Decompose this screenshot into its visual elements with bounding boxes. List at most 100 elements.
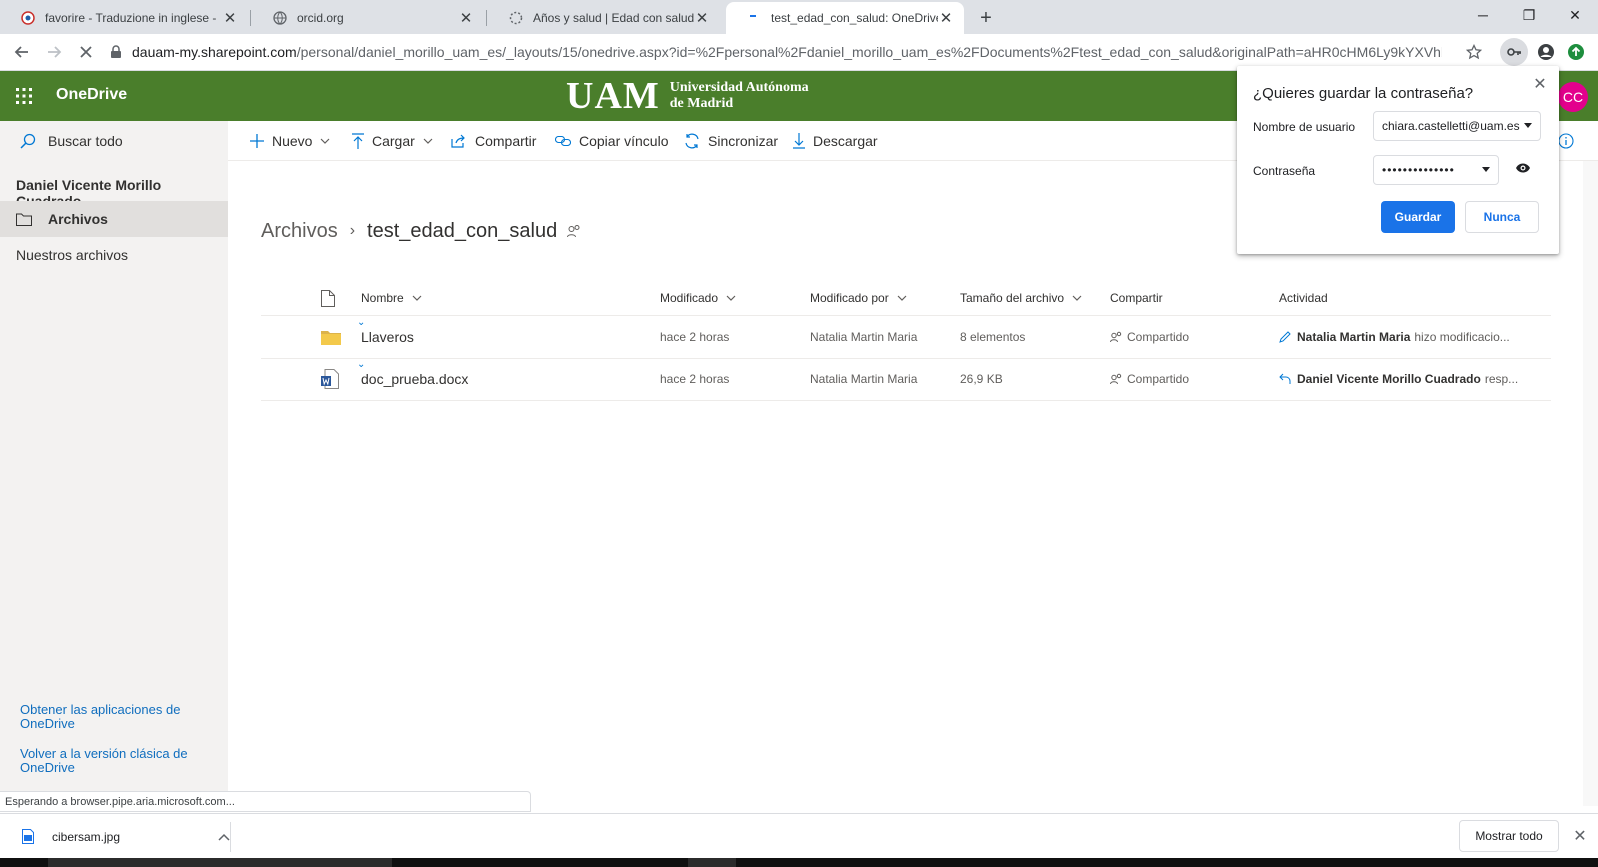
browser-tab-onedrive[interactable]: test_edad_con_salud: OneDrive ✕ — [726, 2, 964, 34]
password-key-button[interactable] — [1500, 38, 1528, 66]
column-header-activity[interactable]: Actividad — [1279, 280, 1328, 316]
activity[interactable]: Daniel Vicente Morillo Cuadrado resp... — [1279, 364, 1518, 394]
minimize-button[interactable]: ─ — [1460, 0, 1506, 30]
file-type-header[interactable] — [321, 280, 335, 316]
activity[interactable]: Natalia Martin Maria hizo modificacio... — [1279, 322, 1510, 352]
row-divider — [261, 400, 1551, 401]
chevron-down-icon — [423, 138, 433, 144]
close-icon[interactable]: ✕ — [222, 10, 238, 27]
restore-button[interactable]: ❐ — [1506, 0, 1552, 30]
upload-label: Cargar — [372, 133, 415, 149]
chevron-up-icon[interactable] — [218, 833, 230, 841]
download-button[interactable]: Descargar — [793, 121, 878, 161]
show-all-downloads-button[interactable]: Mostrar todo — [1459, 820, 1559, 852]
chevron-down-icon — [897, 295, 907, 301]
column-header-modified-by[interactable]: Modificado por — [810, 280, 907, 316]
url-text: dauam-my.sharepoint.com/personal/daniel_… — [132, 44, 1442, 60]
shared-people-icon — [567, 224, 581, 238]
username-field[interactable]: chiara.castelletti@uam.es — [1373, 111, 1541, 141]
app-launcher-button[interactable] — [0, 71, 48, 121]
back-arrow-icon — [14, 46, 28, 58]
vertical-scrollbar[interactable] — [1583, 161, 1598, 806]
search-box[interactable]: Buscar todo — [0, 121, 228, 161]
column-header-name[interactable]: Nombre — [361, 280, 422, 316]
column-label: Modificado — [660, 291, 719, 305]
forward-button[interactable] — [40, 38, 68, 66]
column-label: Tamaño del archivo — [960, 291, 1065, 305]
column-label: Compartir — [1110, 291, 1163, 305]
browser-tab-reverso[interactable]: favorire - Traduzione in inglese - ✕ — [0, 2, 248, 34]
onedrive-icon — [746, 10, 762, 26]
never-button[interactable]: Nunca — [1465, 201, 1539, 233]
classic-view-link[interactable]: Volver a la versión clásica de OneDrive — [20, 747, 210, 775]
back-button[interactable] — [8, 38, 36, 66]
copy-link-button[interactable]: Copiar vínculo — [555, 121, 669, 161]
shared-people-icon — [1110, 331, 1122, 343]
column-header-size[interactable]: Tamaño del archivo — [960, 280, 1082, 316]
sharing-status[interactable]: Compartido — [1110, 322, 1189, 352]
file-name[interactable]: Llaveros — [361, 322, 414, 352]
window-close-button[interactable]: ✕ — [1552, 0, 1598, 30]
chevron-down-icon — [320, 138, 330, 144]
close-icon[interactable]: ✕ — [694, 10, 710, 27]
update-button[interactable] — [1562, 38, 1590, 66]
bookmark-star-button[interactable] — [1460, 38, 1488, 66]
file-name[interactable]: doc_prueba.docx — [361, 364, 468, 394]
address-bar[interactable]: dauam-my.sharepoint.com/personal/daniel_… — [110, 38, 1480, 66]
nav-item-nuestros-archivos[interactable]: Nuestros archivos — [0, 237, 228, 273]
close-icon[interactable]: ✕ — [1531, 75, 1549, 93]
tab-title: Años y salud | Edad con salud — [533, 11, 694, 25]
eye-icon[interactable] — [1515, 162, 1533, 180]
info-button[interactable] — [1558, 121, 1574, 161]
dialog-title: ¿Quieres guardar la contraseña? — [1253, 85, 1474, 102]
breadcrumb-root[interactable]: Archivos — [261, 220, 338, 243]
status-bubble: Esperando a browser.pipe.aria.microsoft.… — [0, 791, 531, 812]
download-shelf: cibersam.jpg Mostrar todo ✕ — [0, 813, 1598, 858]
new-button[interactable]: Nuevo — [250, 121, 330, 161]
left-nav: Buscar todo Daniel Vicente Morillo Cuadr… — [0, 121, 228, 791]
new-tab-button[interactable]: + — [974, 6, 998, 30]
stop-button[interactable] — [72, 38, 100, 66]
profile-button[interactable] — [1532, 38, 1560, 66]
download-label: Descargar — [813, 133, 878, 149]
breadcrumb-current[interactable]: test_edad_con_salud — [367, 220, 557, 243]
nav-item-archivos[interactable]: Archivos — [0, 201, 228, 237]
activity-text: resp... — [1484, 372, 1519, 386]
column-header-sharing[interactable]: Compartir — [1110, 280, 1163, 316]
column-label: Actividad — [1279, 291, 1328, 305]
column-header-modified[interactable]: Modificado — [660, 280, 736, 316]
new-item-icon: ⌄ — [357, 316, 366, 328]
get-apps-link[interactable]: Obtener las aplicaciones de OneDrive — [20, 703, 210, 731]
folder-icon — [321, 322, 341, 352]
sync-button[interactable]: Sincronizar — [684, 121, 778, 161]
upload-button[interactable]: Cargar — [352, 121, 433, 161]
avatar[interactable]: CC — [1558, 82, 1588, 112]
password-field[interactable]: •••••••••••••• — [1373, 155, 1499, 185]
chevron-right-icon: › — [349, 222, 356, 239]
share-button[interactable]: Compartir — [451, 121, 536, 161]
sharing-label: Compartido — [1127, 372, 1190, 386]
browser-tab-orcid[interactable]: orcid.org ✕ — [252, 2, 484, 34]
globe-icon — [272, 10, 288, 26]
modified: hace 2 horas — [660, 372, 730, 386]
close-icon[interactable]: ✕ — [938, 10, 954, 27]
download-item[interactable]: cibersam.jpg — [14, 814, 230, 859]
close-icon[interactable]: ✕ — [1570, 826, 1590, 846]
save-password-button[interactable]: Guardar — [1381, 201, 1455, 233]
upload-icon — [352, 133, 364, 149]
close-icon[interactable]: ✕ — [458, 10, 474, 27]
modified-by[interactable]: Natalia Martin Maria — [810, 322, 917, 352]
browser-tab-edad-con-salud[interactable]: Años y salud | Edad con salud ✕ — [488, 2, 720, 34]
sharing-status[interactable]: Compartido — [1110, 364, 1189, 394]
sharing-label: Compartido — [1127, 330, 1190, 344]
taskbar-item[interactable] — [48, 858, 392, 867]
chevron-down-icon — [726, 295, 736, 301]
url-host: dauam-my.sharepoint.com — [132, 44, 297, 60]
app-name[interactable]: OneDrive — [56, 86, 127, 104]
modified: hace 2 horas — [660, 330, 730, 344]
taskbar-item[interactable] — [688, 858, 736, 867]
close-icon — [80, 46, 92, 58]
modified-by[interactable]: Natalia Martin Maria — [810, 364, 917, 394]
file-size: 26,9 KB — [960, 372, 1003, 386]
account-icon — [1538, 44, 1554, 60]
